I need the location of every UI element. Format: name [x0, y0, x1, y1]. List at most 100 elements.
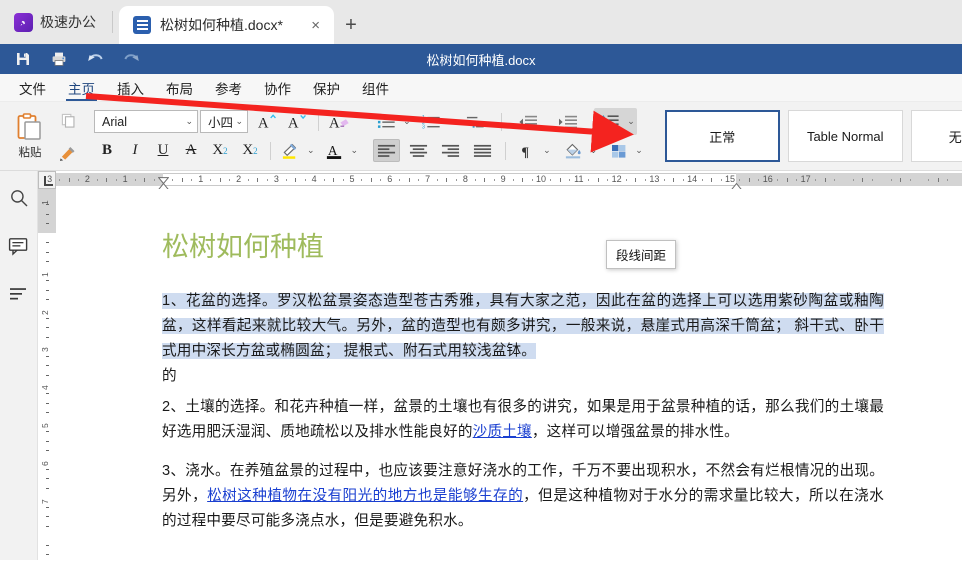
ruler-tick	[928, 179, 929, 181]
style-no-spacing[interactable]: 无空格	[911, 110, 962, 162]
shading-button[interactable]: ⌄	[560, 139, 598, 162]
redo-icon[interactable]	[114, 45, 148, 73]
align-left-icon[interactable]	[373, 139, 400, 162]
font-size-input[interactable]: 小四 ⌄	[200, 110, 248, 133]
font-name-input[interactable]: Arial ⌄	[94, 110, 198, 133]
close-icon[interactable]: ×	[309, 18, 322, 33]
highlight-button[interactable]: ⌄	[277, 139, 315, 162]
line-spacing-button[interactable]: ⌄	[594, 108, 637, 135]
toolbar-divider	[270, 142, 271, 160]
ruler-tick	[456, 179, 457, 181]
document-tab[interactable]: 松树如何种植.docx* ×	[119, 6, 334, 44]
ruler-tick	[683, 179, 684, 181]
menu-item-protect[interactable]: 保护	[302, 74, 351, 101]
style-table-normal[interactable]: Table Normal	[788, 110, 903, 162]
document-page[interactable]: 松树如何种植 1、花盆的选择。罗汉松盆景姿态造型苍古秀雅，具有大家之范，因此在盆…	[56, 189, 962, 560]
show-marks-button[interactable]: ¶ ⌄	[515, 139, 551, 162]
copy-icon[interactable]	[55, 109, 81, 131]
horizontal-ruler[interactable]: 3211234567891011121314151617	[56, 171, 962, 189]
paragraph-stray[interactable]: 的	[162, 364, 884, 389]
ruler-tick	[46, 375, 49, 376]
decrease-indent-icon[interactable]	[514, 110, 542, 133]
document-tab-label: 松树如何种植.docx*	[160, 15, 300, 35]
strikethrough-button[interactable]: A	[178, 139, 204, 162]
subscript-button[interactable]: X2	[236, 139, 264, 162]
ruler-tick	[144, 178, 145, 182]
paragraph-3[interactable]: 3、浇水。在养殖盆景的过程中，也应该要注意好浇水的工作，千万不要出现积水，不然会…	[162, 459, 884, 534]
italic-button[interactable]: I	[122, 139, 148, 162]
menu-item-collaborate[interactable]: 协作	[253, 74, 302, 101]
menu-item-file[interactable]: 文件	[8, 74, 57, 101]
align-justify-icon[interactable]	[469, 139, 496, 162]
ruler-tick	[900, 178, 901, 182]
search-icon[interactable]	[6, 185, 32, 211]
grow-font-icon[interactable]: A	[254, 110, 282, 133]
ruler-tick	[371, 178, 372, 182]
multilevel-list-icon[interactable]	[462, 110, 489, 133]
ruler-number: 4	[312, 174, 317, 184]
browser-tab-strip: 极速办公 松树如何种植.docx* × +	[0, 0, 962, 44]
menu-item-components[interactable]: 组件	[351, 74, 400, 101]
bold-button[interactable]: B	[94, 139, 120, 162]
ruler-tick	[191, 179, 192, 181]
superscript-button[interactable]: X2	[206, 139, 234, 162]
ruler-number: 11	[574, 174, 583, 184]
ruler-tick	[46, 261, 49, 262]
page-column: 3211234567891011121314151617 松树如何种植 1、花盆…	[56, 171, 962, 560]
ruler-tick	[46, 280, 49, 281]
undo-icon[interactable]	[78, 45, 112, 73]
save-icon[interactable]	[6, 45, 40, 73]
paragraph-1[interactable]: 1、花盆的选择。罗汉松盆景姿态造型苍古秀雅，具有大家之范，因此在盆的选择上可以选…	[162, 289, 884, 364]
vertical-ruler[interactable]: 11234567	[38, 171, 56, 560]
ruler-tick	[522, 178, 523, 182]
ruler-tick	[295, 178, 296, 182]
shrink-font-icon[interactable]: A	[284, 110, 312, 133]
left-rail	[0, 171, 38, 560]
font-color-button[interactable]: A ⌄	[321, 139, 359, 162]
ruler-number: 1	[123, 174, 128, 184]
align-right-icon[interactable]	[437, 139, 464, 162]
chevron-down-icon: ⌄	[235, 116, 243, 127]
underline-button[interactable]: U	[150, 139, 176, 162]
chevron-down-icon: ⌄	[627, 116, 635, 127]
menu-item-reference[interactable]: 参考	[204, 74, 253, 101]
clipboard-mini-group	[52, 109, 84, 163]
clear-format-icon[interactable]: A	[325, 110, 355, 133]
chevron-down-icon: ⌄	[590, 145, 598, 156]
ribbon-toolbar: 粘贴 Arial ⌄ 小四 ⌄ A A	[0, 102, 962, 171]
bullets-button[interactable]: ⌄	[373, 110, 411, 133]
first-line-indent-marker[interactable]	[158, 172, 169, 179]
menu-item-layout[interactable]: 布局	[155, 74, 204, 101]
ruler-tick	[872, 179, 873, 181]
ruler-number: 9	[501, 174, 506, 184]
ruler-tick	[46, 242, 49, 243]
ruler-tick	[78, 179, 79, 181]
increase-indent-icon[interactable]	[554, 110, 582, 133]
outline-icon[interactable]	[6, 281, 32, 307]
ruler-tick	[626, 179, 627, 181]
comment-icon[interactable]	[6, 233, 32, 259]
ruler-number: 6	[40, 461, 50, 466]
borders-button[interactable]: ⌄	[606, 139, 643, 162]
paragraph-2-link[interactable]: 沙质土壤	[473, 424, 532, 440]
app-brand[interactable]: 极速办公	[0, 0, 112, 44]
paragraph-2[interactable]: 2、土壤的选择。和花卉种植一样，盆景的土壤也有很多的讲究，如果是用于盆景种植的话…	[162, 395, 884, 445]
chevron-down-icon: ⌄	[185, 116, 193, 127]
format-painter-icon[interactable]	[55, 141, 81, 163]
print-icon[interactable]	[42, 45, 76, 73]
paragraph-3-link[interactable]: 松树这种植物在没有阳光的地方也是能够生存的	[207, 488, 523, 504]
menu-item-insert[interactable]: 插入	[106, 74, 155, 101]
menu-item-home[interactable]: 主页	[57, 74, 106, 101]
font-group: Arial ⌄ 小四 ⌄ A A A B I U A X2	[94, 109, 358, 164]
right-indent-marker[interactable]	[731, 179, 742, 187]
superscript-base: X	[212, 142, 223, 159]
style-normal[interactable]: 正常	[665, 110, 780, 162]
align-center-icon[interactable]	[405, 139, 432, 162]
ruler-tick	[796, 179, 797, 181]
paste-button[interactable]: 粘贴	[8, 113, 52, 160]
new-tab-button[interactable]: +	[334, 6, 368, 44]
chevron-down-icon: ⌄	[351, 145, 359, 156]
hanging-indent-marker[interactable]	[158, 179, 169, 187]
numbering-button[interactable]: 123 ⌄	[418, 110, 456, 133]
ruler-tick	[154, 179, 155, 181]
